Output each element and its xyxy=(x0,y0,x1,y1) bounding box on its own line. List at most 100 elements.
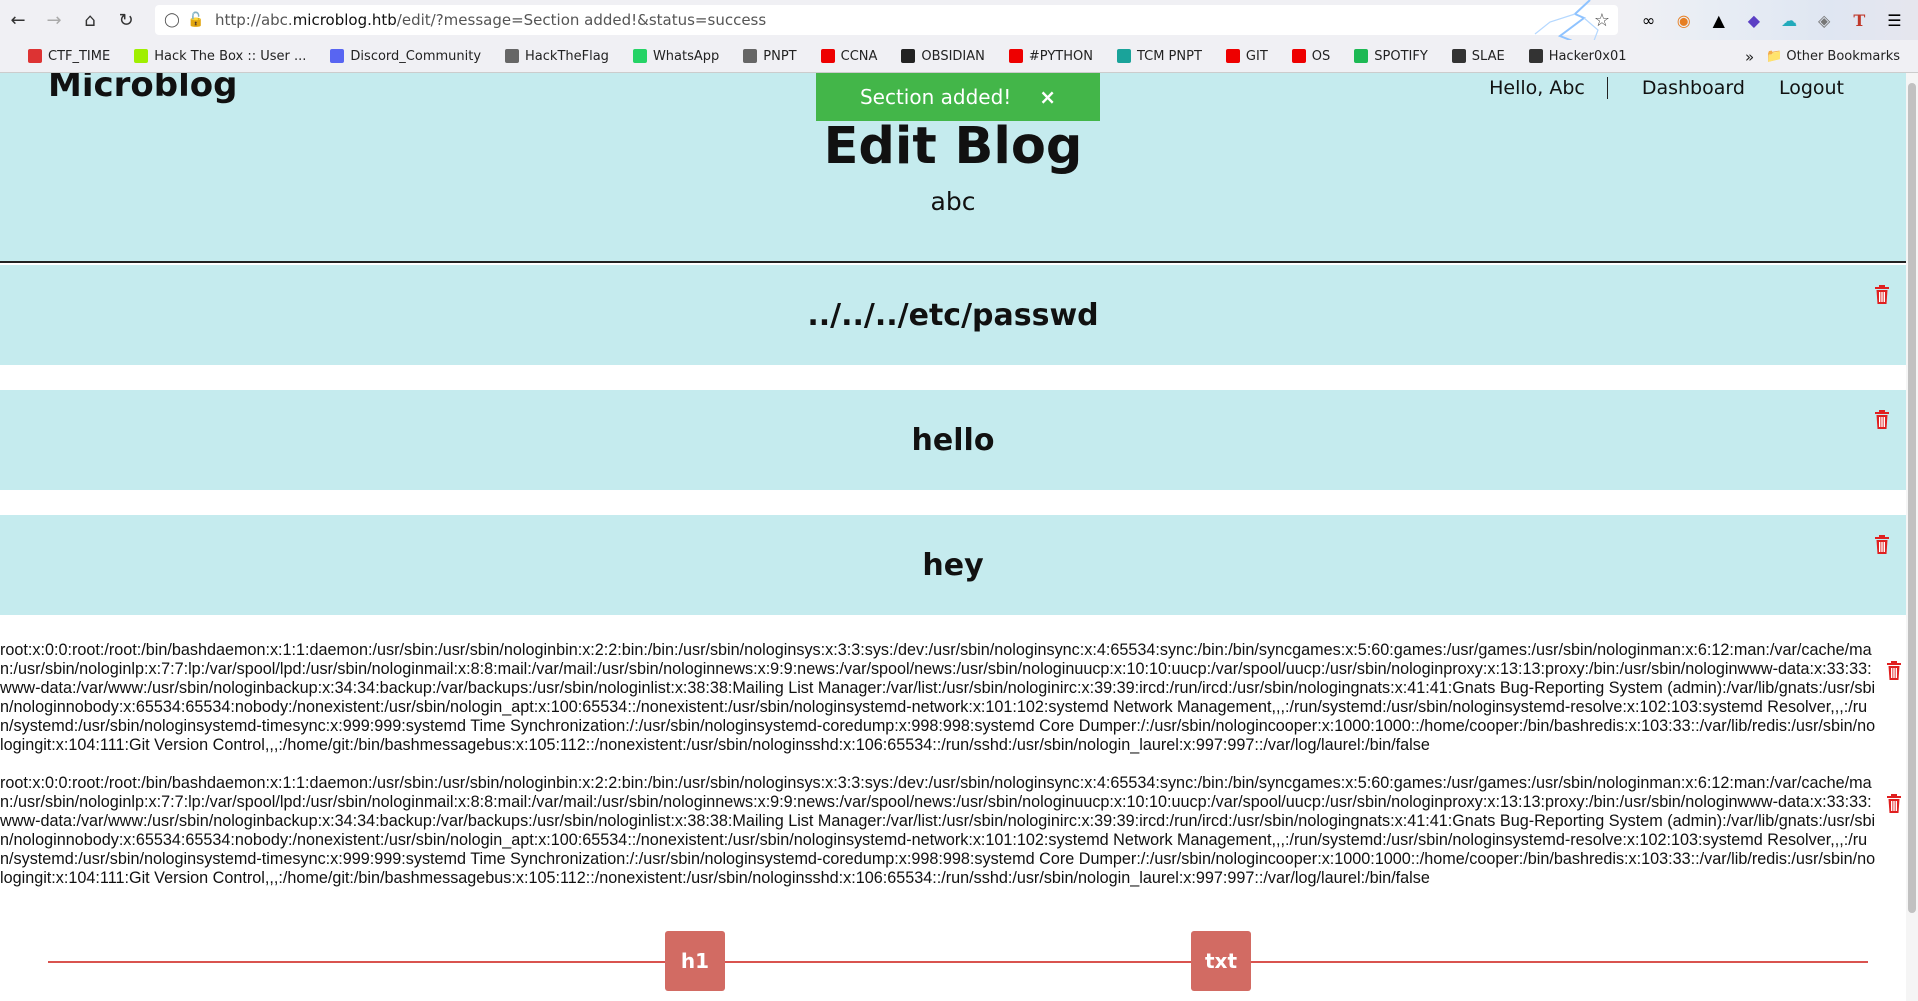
back-button[interactable]: ← xyxy=(0,0,36,40)
github-icon xyxy=(901,49,916,63)
bookmark-item[interactable]: Discord_Community xyxy=(330,49,481,64)
bookmark-label: Hacker0x01 xyxy=(1548,48,1627,64)
youtube-icon xyxy=(1225,49,1240,63)
browser-toolbar: ← → ⌂ ↻ ◯ 🔓 http://abc.microblog.htb/edi… xyxy=(0,0,1918,72)
htb-icon xyxy=(134,49,149,63)
bookmark-item[interactable]: PNPT xyxy=(743,48,797,64)
bookmark-label: TCM PNPT xyxy=(1136,48,1202,64)
trash-icon[interactable] xyxy=(1874,535,1890,554)
trash-icon[interactable] xyxy=(1874,410,1890,429)
hackerone-icon xyxy=(1528,49,1543,63)
burp-extension-icon[interactable]: ◉ xyxy=(1671,11,1697,30)
insecure-lock-icon[interactable]: 🔓 xyxy=(185,12,207,28)
greeting: Hello, Abc xyxy=(1489,77,1608,99)
bookmarks-list: CTF_TIME Hack The Box :: User ... Discord_… xyxy=(0,49,1651,64)
bookmark-item[interactable]: TCM PNPT xyxy=(1116,48,1202,64)
section-heading: hello xyxy=(911,422,995,458)
cloud-extension-icon[interactable]: ☁ xyxy=(1776,11,1802,30)
youtube-icon xyxy=(820,49,835,63)
folder-icon xyxy=(743,49,758,63)
bookmark-item[interactable]: OS xyxy=(1291,48,1331,64)
bookmark-label: CCNA xyxy=(840,48,878,64)
url-text: http://abc.microblog.htb/edit/?message=S… xyxy=(215,11,766,29)
hat-extension-icon[interactable]: ▲ xyxy=(1706,11,1732,30)
badge-extension-icon[interactable]: ◆ xyxy=(1741,11,1767,30)
trash-icon[interactable] xyxy=(1874,285,1890,304)
blog-name: abc xyxy=(930,187,976,216)
url-bar[interactable]: ◯ 🔓 http://abc.microblog.htb/edit/?messa… xyxy=(155,5,1618,35)
bookmark-label: OBSIDIAN xyxy=(921,48,985,64)
bookmark-label: PNPT xyxy=(763,48,797,64)
success-toast: Section added! × xyxy=(816,73,1100,121)
bookmark-label: Hack The Box :: User ... xyxy=(154,48,307,64)
bookmark-item[interactable]: HackTheFlag xyxy=(505,49,609,64)
logout-link[interactable]: Logout xyxy=(1779,77,1844,99)
ctftime-icon xyxy=(28,49,42,63)
dashboard-link[interactable]: Dashboard xyxy=(1642,77,1745,99)
discord-icon xyxy=(330,49,345,63)
bookmark-label: HackTheFlag xyxy=(525,48,609,64)
bookmark-label: SLAE xyxy=(1471,48,1505,64)
txt-section: root:x:0:0:root:/root:/bin/bashdaemon:x:… xyxy=(0,641,1906,774)
h1-section: ../../../etc/passwd xyxy=(0,265,1906,365)
bookmark-star-icon[interactable]: ☆ xyxy=(1594,10,1610,31)
section-heading: hey xyxy=(922,547,984,583)
txt-content: root:x:0:0:root:/root:/bin/bashdaemon:x:… xyxy=(0,641,1876,754)
bookmark-item[interactable]: WhatsApp xyxy=(632,48,720,64)
bookmark-label: Discord_Community xyxy=(350,48,482,64)
toast-message: Section added! xyxy=(859,85,1012,109)
bookmark-label: OS xyxy=(1311,48,1331,64)
add-h1-button[interactable]: h1 xyxy=(665,931,725,991)
section-heading: ../../../etc/passwd xyxy=(807,297,1099,333)
bookmark-label: CTF_TIME xyxy=(48,48,111,64)
bookmark-item[interactable]: #PYTHON xyxy=(1008,49,1093,64)
globe-extension-icon[interactable]: ◈ xyxy=(1811,11,1837,30)
trash-icon[interactable] xyxy=(1886,794,1902,813)
top-nav: Hello, Abc Dashboard Logout xyxy=(1489,73,1844,103)
bookmark-item[interactable]: SPOTIFY xyxy=(1354,49,1428,64)
youtube-icon xyxy=(1008,49,1023,63)
t-extension-icon[interactable]: T xyxy=(1846,11,1872,30)
home-button[interactable]: ⌂ xyxy=(72,0,108,40)
whatsapp-icon xyxy=(632,49,647,63)
slae-icon xyxy=(1451,49,1466,63)
flag-icon xyxy=(505,49,520,63)
tcm-icon xyxy=(1116,49,1131,63)
brand-logo[interactable]: Microblog xyxy=(48,73,237,105)
bookmark-item[interactable]: GIT xyxy=(1225,48,1268,64)
other-bookmarks[interactable]: Other Bookmarks xyxy=(1786,49,1900,64)
forward-button[interactable]: → xyxy=(36,0,72,40)
bookmark-item[interactable]: CTF_TIME xyxy=(28,49,110,64)
mask-extension-icon[interactable]: ∞ xyxy=(1636,11,1662,30)
bookmark-item[interactable]: OBSIDIAN xyxy=(901,48,985,64)
bookmark-item[interactable]: CCNA xyxy=(820,48,878,64)
menu-icon[interactable]: ☰ xyxy=(1881,11,1907,30)
page-scrollbar[interactable] xyxy=(1906,73,1918,1001)
bookmark-label: WhatsApp xyxy=(652,48,720,64)
bookmark-label: SPOTIFY xyxy=(1374,48,1428,64)
reload-button[interactable]: ↻ xyxy=(108,0,144,40)
extensions-area: ∞ ◉ ▲ ◆ ☁ ◈ T ☰ xyxy=(1623,0,1918,40)
trash-icon[interactable] xyxy=(1886,661,1902,680)
add-section-divider xyxy=(48,961,1868,963)
bookmarks-overflow: » 📁 Other Bookmarks xyxy=(1745,40,1900,73)
bookmark-item[interactable]: Hacker0x01 xyxy=(1528,48,1627,64)
youtube-icon xyxy=(1291,49,1306,63)
url-prefix: http://abc. xyxy=(215,11,293,29)
bookmark-item[interactable]: SLAE xyxy=(1451,48,1505,64)
bookmark-label: GIT xyxy=(1245,48,1268,64)
url-domain: microblog.htb xyxy=(292,11,397,29)
txt-section: root:x:0:0:root:/root:/bin/bashdaemon:x:… xyxy=(0,774,1906,907)
url-suffix: /edit/?message=Section added!&status=suc… xyxy=(396,11,767,29)
scrollbar-thumb[interactable] xyxy=(1908,83,1916,913)
bookmark-item[interactable]: Hack The Box :: User ... xyxy=(134,49,306,64)
add-txt-button[interactable]: txt xyxy=(1191,931,1251,991)
chevron-right-icon[interactable]: » xyxy=(1745,48,1754,66)
spotify-icon xyxy=(1354,49,1369,63)
page-content: Microblog Hello, Abc Dashboard Logout Ed… xyxy=(0,73,1918,1001)
toast-close-button[interactable]: × xyxy=(1039,85,1056,109)
page-title: Edit Blog xyxy=(823,117,1083,176)
folder-icon: 📁 xyxy=(1766,49,1783,64)
h1-section: hey xyxy=(0,515,1906,615)
shield-icon[interactable]: ◯ xyxy=(159,12,185,28)
